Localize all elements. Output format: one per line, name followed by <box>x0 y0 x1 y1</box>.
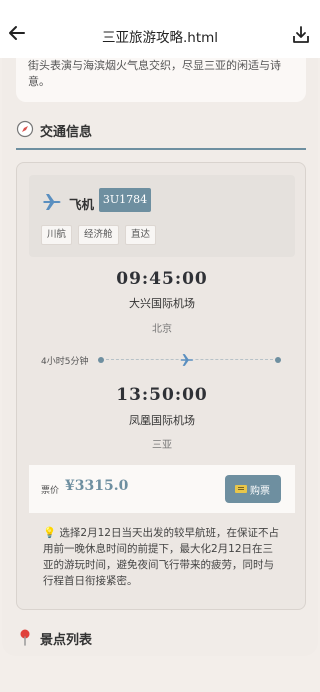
arrival-city: 三亚 <box>152 440 172 451</box>
price-bar: 票价 ¥3315.0 购票 <box>29 465 295 513</box>
compass-icon <box>16 120 34 138</box>
section-divider <box>16 148 306 150</box>
route-end-dot <box>275 357 281 363</box>
arrival-airport: 凤凰国际机场 <box>129 414 195 427</box>
page-content[interactable]: 街头表演与海滨烟火气息交织，尽显三亚的闲适与诗意。 交通信息 飞机 3U1784… <box>0 58 320 692</box>
attractions-section-title: 景点列表 <box>40 633 93 648</box>
airplane-icon <box>43 194 61 210</box>
intro-card: 街头表演与海滨烟火气息交织，尽显三亚的闲适与诗意。 <box>16 58 306 102</box>
intro-text: 街头表演与海滨烟火气息交织，尽显三亚的闲适与诗意。 <box>28 59 281 88</box>
flight-tip: 💡 选择2月12日当天出发的较早航班，在保证不占用前一晚休息时间的前提下，最大化… <box>43 525 283 589</box>
page-title: 三亚旅游攻略.html <box>101 30 219 46</box>
departure-city: 北京 <box>152 324 172 335</box>
attractions-section-header: 景点列表 <box>16 626 306 652</box>
flight-card: 飞机 3U1784 川航 经济舱 直达 09:45:00 大兴国际机场 北京 4… <box>16 162 306 610</box>
flight-route: 4小时5分钟 <box>29 351 295 371</box>
buy-ticket-button[interactable]: 购票 <box>225 475 281 503</box>
transport-section-header: 交通信息 <box>16 118 306 144</box>
departure-time: 09:45:00 <box>116 269 208 289</box>
flight-header: 飞机 3U1784 川航 经济舱 直达 <box>29 175 295 257</box>
flight-duration: 4小时5分钟 <box>41 357 89 367</box>
tag-direct: 直达 <box>125 225 157 245</box>
flight-tip-text: 选择2月12日当天出发的较早航班，在保证不占用前一晚休息时间的前提下，最大化2月… <box>43 527 279 587</box>
flight-number: 3U1784 <box>99 188 151 212</box>
buy-ticket-label: 购票 <box>250 486 270 497</box>
transport-section-title: 交通信息 <box>40 125 93 140</box>
tag-airline: 川航 <box>41 225 73 245</box>
map-pin-icon <box>20 629 30 646</box>
departure-airport: 大兴国际机场 <box>129 297 195 310</box>
content-panel: 街头表演与海滨烟火气息交织，尽显三亚的闲适与诗意。 交通信息 飞机 3U1784… <box>2 58 318 656</box>
route-start-dot <box>98 357 104 363</box>
lightbulb-icon: 💡 <box>43 527 57 539</box>
price-label: 票价 <box>41 486 60 496</box>
top-bar: 三亚旅游攻略.html <box>0 0 320 58</box>
tag-cabin: 经济舱 <box>78 225 119 245</box>
airplane-icon <box>179 352 195 368</box>
transport-type: 飞机 <box>69 197 95 212</box>
ticket-icon <box>235 485 247 493</box>
arrival-time: 13:50:00 <box>116 385 208 405</box>
price-value: ¥3315.0 <box>65 478 129 494</box>
download-icon[interactable] <box>290 24 312 46</box>
